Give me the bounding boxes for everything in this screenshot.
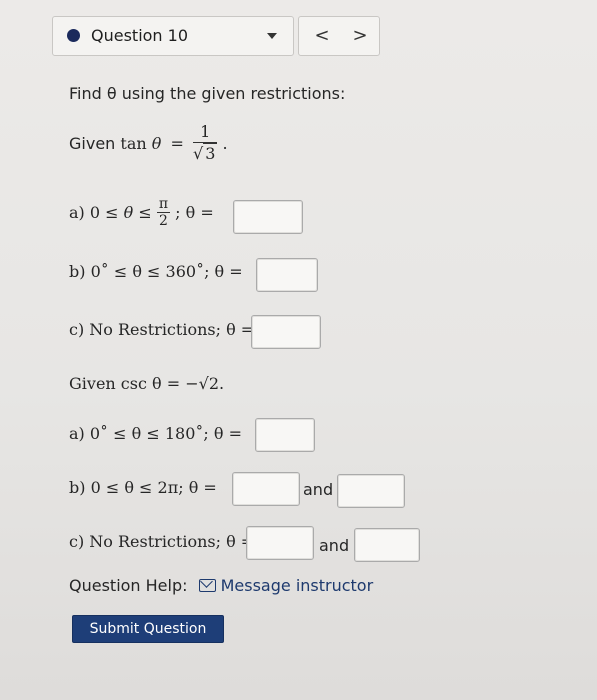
answer-a2-input[interactable] (255, 418, 315, 452)
tan-denominator: √ 3 (193, 143, 218, 165)
part-a1-mid: ≤ (138, 203, 152, 222)
submit-question-button[interactable]: Submit Question (72, 615, 224, 643)
radicand: 3 (203, 143, 218, 163)
given-eq: = (170, 134, 184, 153)
answer-a1-input[interactable] (233, 200, 303, 234)
part-c2: c) No Restrictions; θ = (69, 532, 255, 551)
part-a1-prefix: a) 0 ≤ (69, 203, 119, 222)
answer-b1-input[interactable] (256, 258, 318, 292)
pi-over-two: π 2 (156, 196, 171, 229)
tan-numerator: 1 (193, 122, 218, 143)
message-instructor-link[interactable]: Message instructor (198, 576, 374, 595)
given-var: θ (151, 134, 162, 153)
answer-c2-first-input[interactable] (246, 526, 314, 560)
page: Question 10 < > Find θ using the given r… (0, 0, 597, 700)
dropdown-caret-icon (267, 33, 277, 39)
given-tan: Given tan θ = 1 √ 3 . (69, 122, 228, 178)
sqrt-symbol: √ (193, 144, 204, 163)
help-label: Question Help: (69, 576, 188, 595)
message-instructor-text: Message instructor (220, 576, 374, 595)
part-c1: c) No Restrictions; θ = (69, 320, 255, 339)
part-a1-suffix: ; θ = (175, 203, 214, 222)
answer-b2-second-input[interactable] (337, 474, 405, 508)
mail-icon (198, 579, 216, 592)
frac-num: π (156, 196, 171, 213)
part-b2: b) 0 ≤ θ ≤ 2π; θ = (69, 478, 217, 497)
question-selector[interactable]: Question 10 (52, 16, 294, 56)
part-a2: a) 0˚ ≤ θ ≤ 180˚; θ = (69, 424, 242, 443)
question-nav: < > (298, 16, 380, 56)
frac-den: 2 (159, 213, 168, 229)
and-label-c2: and (319, 536, 350, 555)
part-b1: b) 0˚ ≤ θ ≤ 360˚; θ = (69, 262, 243, 281)
next-question-button[interactable]: > (345, 23, 375, 49)
prompt-text: Find θ using the given restrictions: (69, 84, 346, 103)
given-csc: Given csc θ = −√2. (69, 374, 225, 393)
prev-question-button[interactable]: < (307, 23, 337, 49)
given-prefix: Given (69, 134, 116, 153)
answer-b2-first-input[interactable] (232, 472, 300, 506)
status-dot-icon (67, 29, 80, 42)
question-help: Question Help: Message instructor (69, 576, 373, 595)
given-func: tan (120, 134, 147, 153)
and-label-b2: and (303, 480, 334, 499)
given-trail: . (222, 134, 228, 153)
answer-c1-input[interactable] (251, 315, 321, 349)
part-a1: a) 0 ≤ θ ≤ π 2 ; θ = (69, 196, 214, 240)
question-label: Question 10 (91, 26, 189, 45)
answer-c2-second-input[interactable] (354, 528, 420, 562)
part-a1-var: θ (123, 203, 134, 222)
tan-fraction: 1 √ 3 (193, 122, 218, 165)
